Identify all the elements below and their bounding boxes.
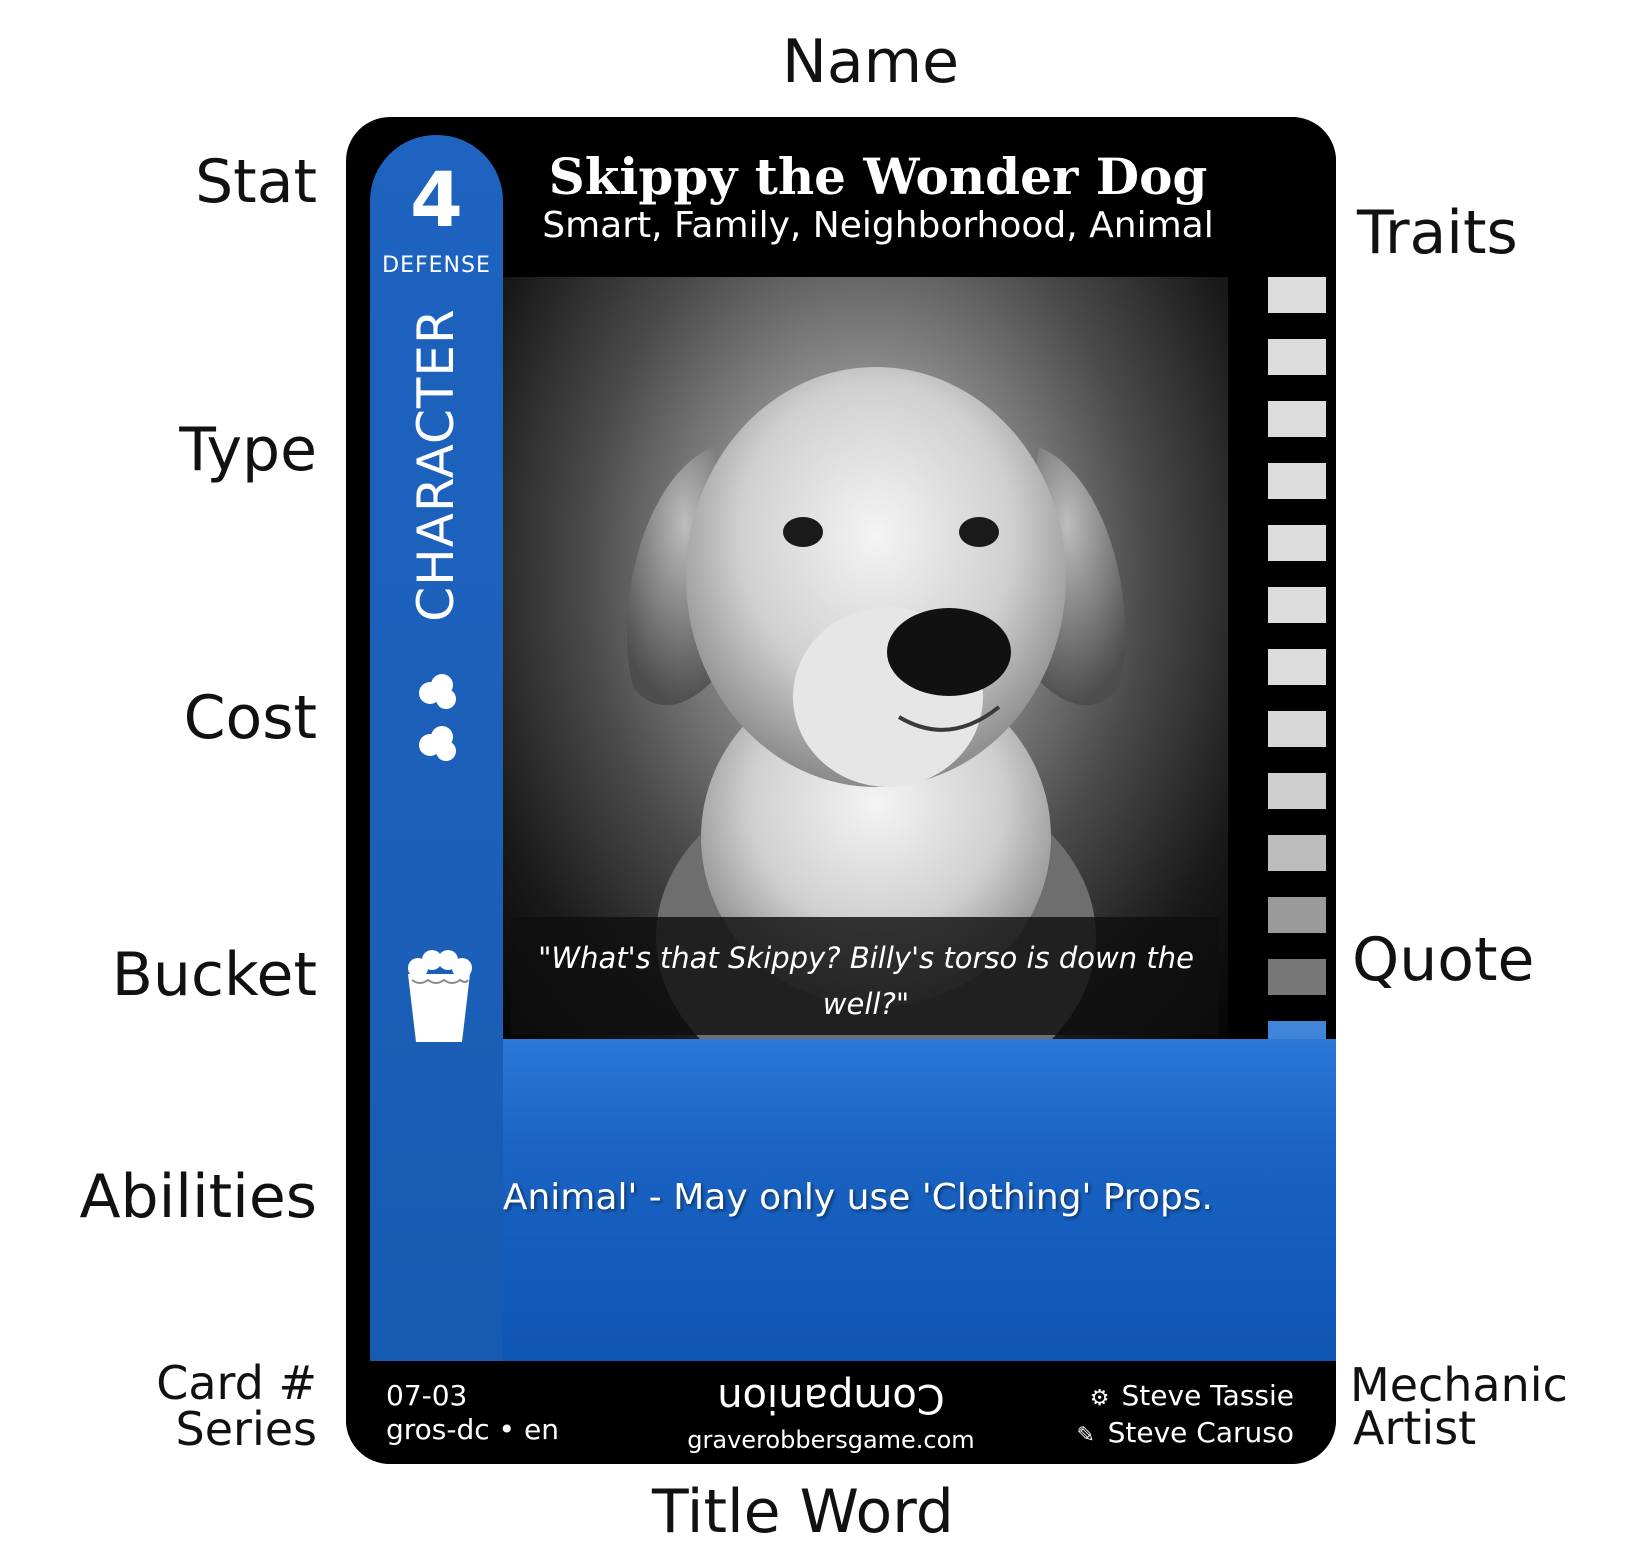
label-title-word: Title Word [652, 1477, 954, 1547]
mechanic-name: Steve Tassie [1121, 1379, 1294, 1412]
film-cell [1268, 711, 1326, 747]
film-strip [1268, 277, 1326, 1149]
card-art: "What's that Skippy? Billy's torso is do… [503, 277, 1228, 1039]
brush-icon: ✎ [1076, 1423, 1095, 1448]
card-ability: 'Animal' - May only use 'Clothing' Props… [492, 1177, 1214, 1218]
card-name: Skippy the Wonder Dog [548, 147, 1208, 206]
stat-label: DEFENSE [382, 253, 491, 278]
mechanic-credit: ⚙ Steve Tassie [1073, 1379, 1294, 1416]
website-link[interactable]: graverobbersgame.com [636, 1426, 1026, 1454]
label-stat: Stat [195, 147, 317, 217]
artist-name: Steve Caruso [1107, 1416, 1294, 1449]
popcorn-icon [419, 726, 456, 761]
film-cell [1268, 525, 1326, 561]
card-quote: "What's that Skippy? Billy's torso is do… [538, 941, 1194, 1021]
stat-value: 4 [410, 155, 463, 244]
footer-left: 07-03 gros-dc • en [386, 1379, 559, 1447]
card-type: CHARACTER [407, 308, 465, 622]
abilities-area: 'Animal' - May only use 'Clothing' Props… [370, 1039, 1336, 1361]
label-bucket: Bucket [111, 940, 317, 1010]
film-cell [1268, 463, 1326, 499]
title-word: Companion [717, 1375, 945, 1421]
film-cell [1268, 959, 1326, 995]
film-cell [1268, 587, 1326, 623]
film-cell [1268, 401, 1326, 437]
cost-icons [416, 671, 460, 767]
card-footer: 07-03 gros-dc • en Companion graverobber… [346, 1361, 1336, 1464]
film-cell [1268, 773, 1326, 809]
label-name: Name [782, 27, 960, 97]
card-sidebar: 4 DEFENSE CHARACTER [370, 135, 503, 1461]
footer-credits: ⚙ Steve Tassie ✎ Steve Caruso [1073, 1379, 1295, 1453]
card-series: gros-dc • en [386, 1413, 559, 1446]
popcorn-bucket-icon [408, 950, 472, 1042]
film-cell [1268, 649, 1326, 685]
gear-icon: ⚙ [1089, 1386, 1110, 1411]
label-type: Type [179, 415, 317, 485]
game-card: Skippy the Wonder Dog Smart, Family, Nei… [346, 117, 1336, 1464]
label-traits: Traits [1357, 198, 1518, 268]
popcorn-icon [419, 674, 456, 709]
label-abilities: Abilities [79, 1162, 317, 1232]
label-artist: Artist [1353, 1401, 1477, 1455]
film-cell [1268, 835, 1326, 871]
film-cell [1268, 277, 1326, 313]
card-traits: Smart, Family, Neighborhood, Animal [542, 205, 1214, 246]
label-series: Series [175, 1402, 317, 1456]
label-quote: Quote [1352, 925, 1535, 995]
card-number: 07-03 [386, 1379, 468, 1412]
quote-box: "What's that Skippy? Billy's torso is do… [511, 917, 1219, 1035]
artist-credit: ✎ Steve Caruso [1073, 1416, 1295, 1453]
film-cell [1268, 339, 1326, 375]
card-header: Skippy the Wonder Dog Smart, Family, Nei… [503, 117, 1336, 277]
film-cell [1268, 897, 1326, 933]
label-card-number: Card # [156, 1356, 317, 1410]
label-cost: Cost [183, 683, 317, 753]
